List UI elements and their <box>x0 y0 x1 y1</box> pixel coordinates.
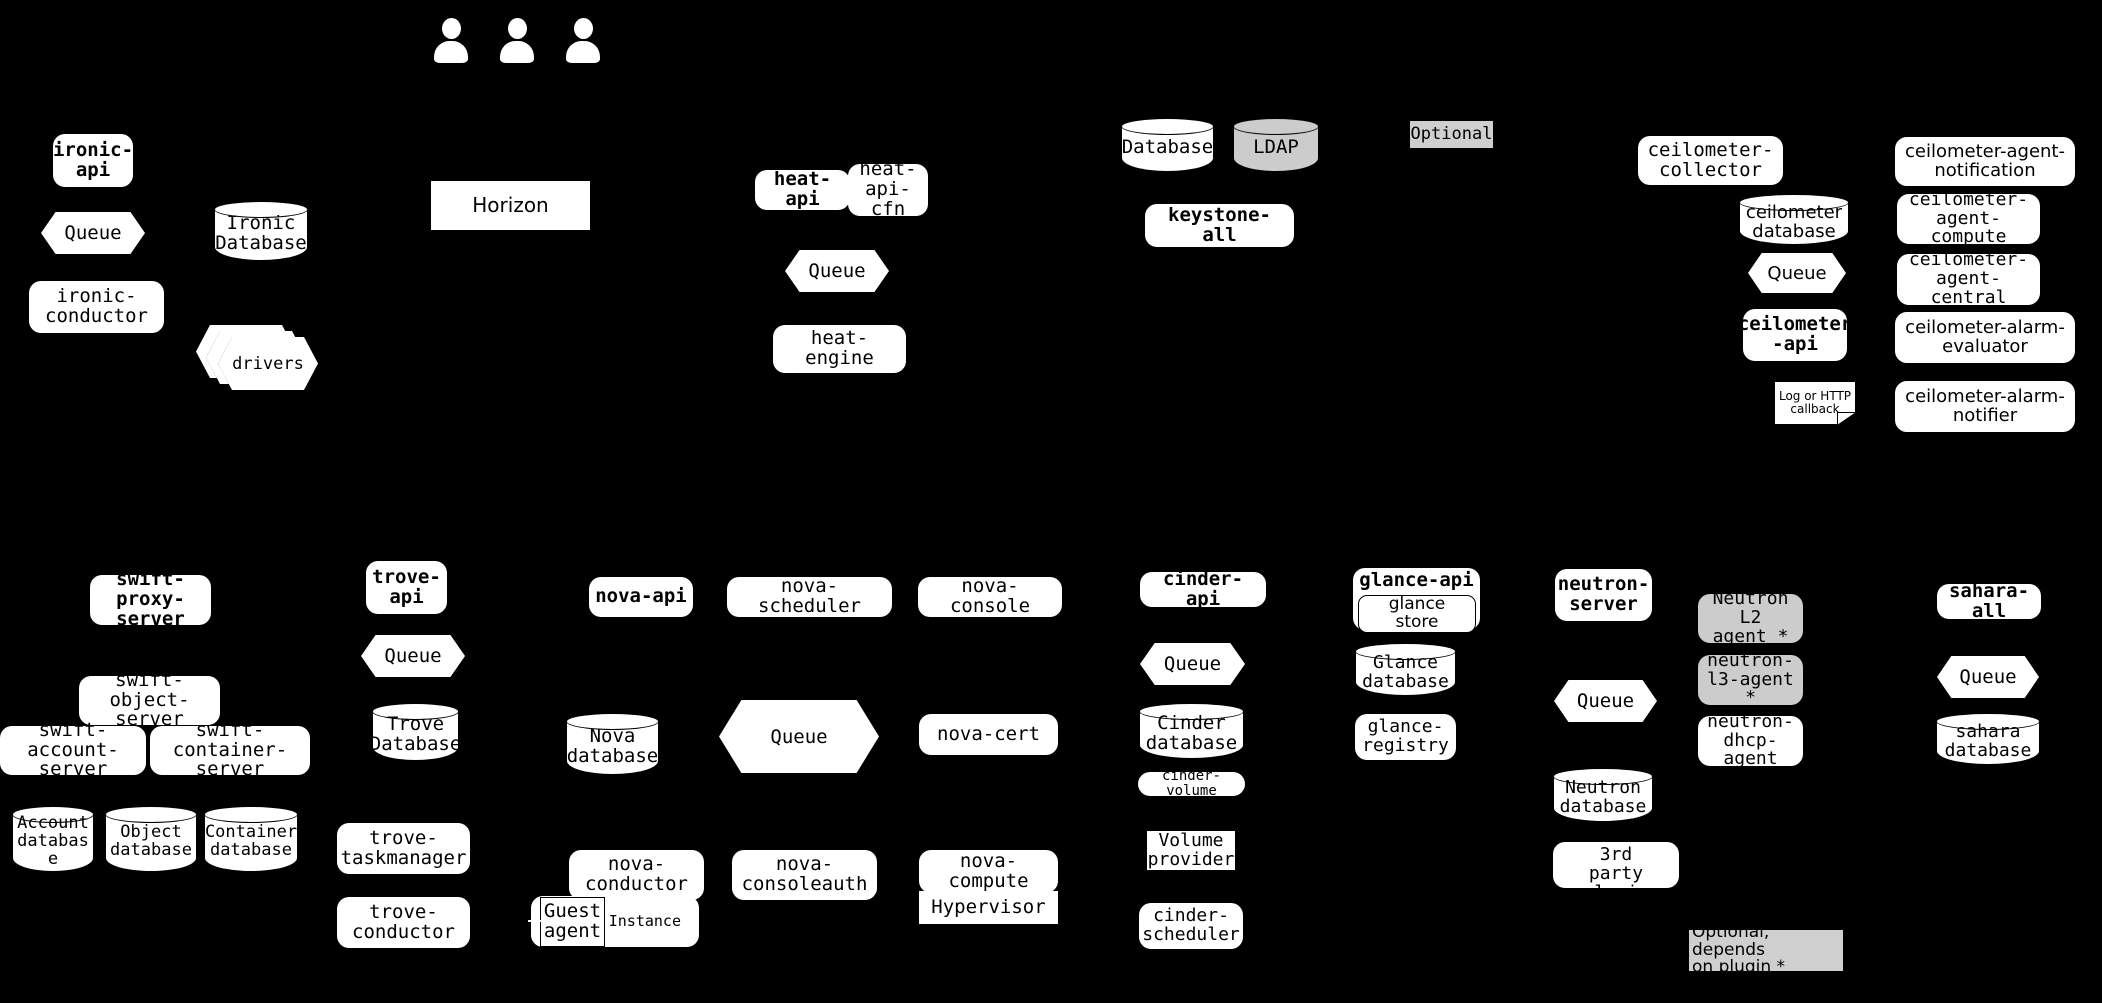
cinder-queue[interactable]: Queue <box>1140 643 1245 685</box>
trove-api-box[interactable]: trove- api <box>366 561 447 614</box>
guest-agent-box[interactable]: Guest agent <box>540 897 605 947</box>
heat-queue[interactable]: Queue <box>785 250 889 292</box>
swift-account-database[interactable]: Account databas e <box>12 806 94 872</box>
volume-provider-box[interactable]: Volume provider <box>1147 831 1235 870</box>
swift-object-server-box[interactable]: swift-object- server <box>79 670 220 729</box>
nova-conductor-box[interactable]: nova- conductor <box>569 850 704 900</box>
heat-api-cfn-box[interactable]: heat- api-cfn <box>848 159 928 219</box>
neutron-third-party-plugin-box[interactable]: Neutron 3rd party plugin <box>1553 826 1679 902</box>
note-fold-icon <box>1837 412 1856 425</box>
cinder-database[interactable]: Cinder database <box>1139 703 1244 759</box>
sahara-database[interactable]: sahara database <box>1936 713 2040 765</box>
glance-store-box[interactable]: glance store <box>1358 595 1476 633</box>
nova-compute-box[interactable]: nova-compute <box>919 850 1058 893</box>
ironic-api-box[interactable]: ironic- api <box>53 134 133 187</box>
swift-account-server-box[interactable]: swift-account- server <box>0 720 146 779</box>
ceilometer-collector-box[interactable]: ceilometer- collector <box>1638 136 1783 185</box>
nova-database[interactable]: Nova database <box>566 713 659 775</box>
swift-container-database[interactable]: Container database <box>204 806 298 872</box>
heat-api-box[interactable]: heat-api <box>755 169 850 210</box>
ironic-drivers[interactable]: drivers <box>196 325 318 390</box>
hypervisor-box[interactable]: Hypervisor <box>919 891 1058 924</box>
ironic-conductor-box[interactable]: ironic- conductor <box>29 281 164 333</box>
neutron-l3-agent-box[interactable]: neutron- l3-agent * <box>1698 651 1803 707</box>
nova-consoleauth-box[interactable]: nova- consoleauth <box>732 850 877 900</box>
neutron-l2-agent-box[interactable]: Neutron L2 agent * <box>1698 589 1803 646</box>
nova-api-box[interactable]: nova-api <box>589 577 693 617</box>
nova-cert-box[interactable]: nova-cert <box>919 714 1058 755</box>
heat-engine-box[interactable]: heat-engine <box>773 325 906 373</box>
sahara-queue[interactable]: Queue <box>1937 656 2039 698</box>
user-icon <box>564 18 602 63</box>
ceilometer-agent-central-box[interactable]: ceilometer- agent-central <box>1897 250 2040 307</box>
legend-optional: Optional <box>1410 121 1493 148</box>
nova-queue[interactable]: Queue <box>719 700 879 773</box>
trove-database[interactable]: Trove Database <box>370 703 461 761</box>
nova-console-box[interactable]: nova-console <box>918 576 1062 617</box>
nova-scheduler-box[interactable]: nova-scheduler <box>727 576 892 617</box>
legend-optional-plugin: Optional, depends on plugin * <box>1689 923 1843 976</box>
ironic-queue[interactable]: Queue <box>41 212 145 254</box>
swift-object-database[interactable]: Object database <box>105 806 197 872</box>
ceilometer-agent-notification-box[interactable]: ceilometer-agent- notification <box>1895 137 2075 186</box>
ceilometer-alarm-notifier-box[interactable]: ceilometer-alarm- notifier <box>1895 381 2075 432</box>
ceilometer-queue[interactable]: Queue <box>1748 253 1846 293</box>
ceilometer-api-box[interactable]: ceilometer -api <box>1738 309 1852 361</box>
ironic-database[interactable]: Ironic Database <box>214 201 308 261</box>
cinder-api-box[interactable]: cinder-api <box>1140 569 1266 608</box>
ldap-database[interactable]: LDAP <box>1233 118 1319 172</box>
swift-container-server-box[interactable]: swift-container- server <box>150 720 310 779</box>
cinder-scheduler-box[interactable]: cinder- scheduler <box>1139 903 1243 949</box>
glance-database[interactable]: Glance database <box>1355 643 1456 696</box>
swift-proxy-server-box[interactable]: swift-proxy- server <box>90 569 211 629</box>
user-icon <box>498 18 536 63</box>
keystone-database[interactable]: Database <box>1121 118 1214 172</box>
horizon-box[interactable]: Horizon <box>431 181 590 230</box>
diagram-canvas: Horizon ironic- api Queue Ironic Databas… <box>0 0 2102 1003</box>
ceilometer-agent-compute-box[interactable]: ceilometer- agent-compute <box>1897 190 2040 246</box>
keystone-all-box[interactable]: keystone-all <box>1145 204 1294 247</box>
guest-agent-arrow-icon <box>534 916 542 926</box>
user-icon <box>432 18 470 63</box>
neutron-database[interactable]: Neutron database <box>1553 768 1653 822</box>
neutron-dhcp-agent-box[interactable]: neutron- dhcp-agent <box>1698 712 1803 768</box>
neutron-server-box[interactable]: neutron- server <box>1555 569 1652 621</box>
sahara-all-box[interactable]: sahara-all <box>1937 581 2041 620</box>
trove-taskmanager-box[interactable]: trove- taskmanager <box>337 823 470 874</box>
trove-queue[interactable]: Queue <box>361 635 465 677</box>
ceilometer-alarm-evaluator-box[interactable]: ceilometer-alarm- evaluator <box>1895 312 2075 363</box>
ceilometer-database[interactable]: ceilometer database <box>1739 194 1849 245</box>
cinder-volume-box[interactable]: cinder-volume <box>1138 769 1245 798</box>
glance-registry-box[interactable]: glance- registry <box>1355 714 1456 760</box>
neutron-queue[interactable]: Queue <box>1554 680 1657 722</box>
trove-conductor-box[interactable]: trove- conductor <box>337 897 470 948</box>
